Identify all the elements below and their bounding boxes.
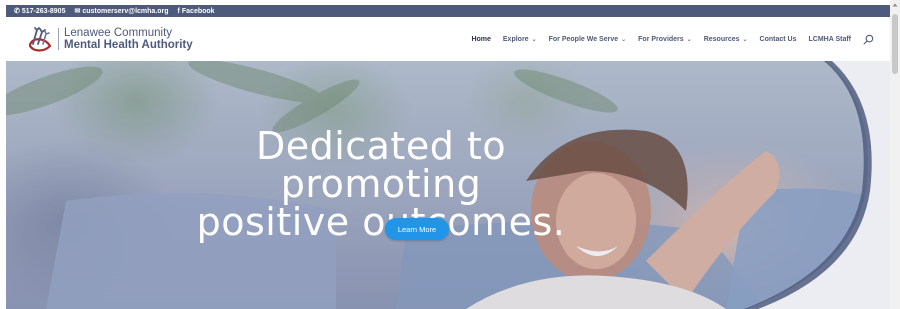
mail-icon: ✉ xyxy=(74,7,81,15)
search-icon[interactable] xyxy=(863,34,874,45)
site-header: Lenawee Community Mental Health Authorit… xyxy=(6,17,890,61)
logo-mark-icon xyxy=(28,27,52,52)
scrollbar-thumb[interactable] xyxy=(892,14,898,74)
phone-link[interactable]: ✆ 517-263-8905 xyxy=(14,8,65,15)
scroll-up-arrow-icon[interactable] xyxy=(892,2,898,8)
logo-line1: Lenawee Community xyxy=(64,26,173,39)
learn-more-button[interactable]: Learn More xyxy=(385,218,449,240)
hero-headline-line2: positive outcomes. xyxy=(196,200,566,244)
chevron-down-icon: ⌄ xyxy=(686,36,692,43)
page-scrollbar[interactable] xyxy=(890,0,900,309)
chevron-down-icon: ⌄ xyxy=(742,36,748,43)
nav-label: Home xyxy=(471,35,491,43)
nav-item-resources[interactable]: Resources ⌄ xyxy=(704,36,748,43)
nav-item-lcmha-staff[interactable]: LCMHA Staff xyxy=(808,36,851,43)
nav-item-explore[interactable]: Explore ⌄ xyxy=(503,36,537,43)
hero-headline: Dedicated to promoting positive outcomes… xyxy=(166,127,596,241)
phone-number: 517-263-8905 xyxy=(21,7,66,15)
main-nav: Home Explore ⌄ For People We Serve ⌄ For… xyxy=(471,17,874,61)
hero-banner: Dedicated to promoting positive outcomes… xyxy=(6,61,890,309)
hero-headline-line1: Dedicated to promoting xyxy=(255,124,507,206)
chevron-down-icon: ⌄ xyxy=(621,36,627,43)
nav-item-for-people-we-serve[interactable]: For People We Serve ⌄ xyxy=(549,36,627,43)
nav-label: For Providers xyxy=(638,35,684,43)
facebook-link[interactable]: f Facebook xyxy=(178,8,215,15)
logo-divider xyxy=(58,28,59,50)
site-logo[interactable]: Lenawee Community Mental Health Authorit… xyxy=(24,24,193,54)
nav-label: Explore xyxy=(502,35,529,43)
logo-line2: Mental Health Authority xyxy=(64,39,193,51)
nav-label: Contact Us xyxy=(759,35,797,43)
email-link[interactable]: ✉ customerserv@lcmha.org xyxy=(74,8,168,15)
email-address: customerserv@lcmha.org xyxy=(82,7,169,15)
nav-item-home[interactable]: Home xyxy=(471,36,490,43)
phone-icon: ✆ xyxy=(14,7,20,15)
chevron-down-icon: ⌄ xyxy=(531,36,537,43)
top-contact-bar: ✆ 517-263-8905 ✉ customerserv@lcmha.org … xyxy=(6,5,890,17)
nav-item-contact-us[interactable]: Contact Us xyxy=(760,36,797,43)
facebook-icon: f xyxy=(177,7,180,15)
nav-label: LCMHA Staff xyxy=(808,35,851,43)
nav-label: For People We Serve xyxy=(548,35,619,43)
facebook-label: Facebook xyxy=(181,7,215,15)
logo-text: Lenawee Community Mental Health Authorit… xyxy=(64,27,193,51)
nav-item-for-providers[interactable]: For Providers ⌄ xyxy=(638,36,692,43)
nav-label: Resources xyxy=(703,35,740,43)
